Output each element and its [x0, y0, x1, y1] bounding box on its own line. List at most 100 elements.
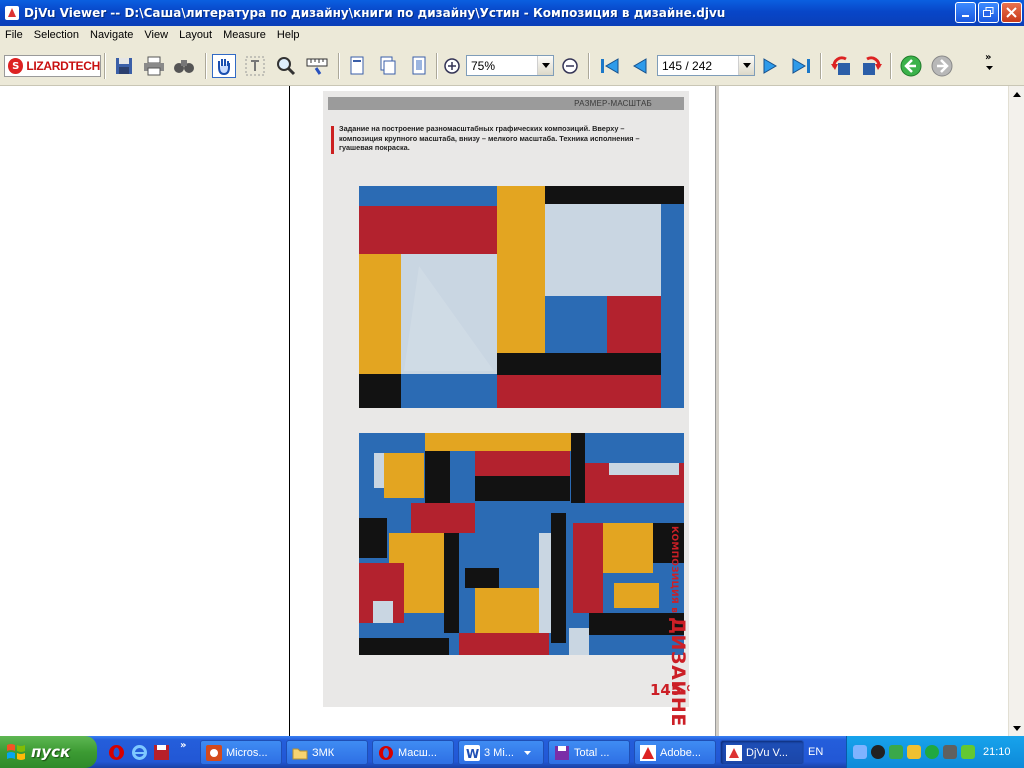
- last-page-button[interactable]: [789, 54, 813, 78]
- page-layout-single-icon: [350, 56, 364, 75]
- start-label: пуск: [31, 743, 71, 761]
- taskbar-item-label: Micros...: [226, 746, 268, 759]
- taskbar-item-djvu[interactable]: DjVu V...: [720, 740, 804, 765]
- taskbar-item-total-commander[interactable]: Total ...: [548, 740, 630, 765]
- rotate-left-button[interactable]: [829, 54, 853, 78]
- language-indicator[interactable]: EN: [808, 746, 823, 758]
- zoom-out-button[interactable]: [558, 54, 582, 78]
- opera-icon[interactable]: [108, 744, 125, 761]
- vertical-scrollbar[interactable]: [1008, 86, 1024, 736]
- media-icon[interactable]: [871, 745, 885, 759]
- menu-selection[interactable]: Selection: [29, 29, 85, 41]
- zoom-combo[interactable]: 75%: [466, 55, 554, 76]
- hand-tool-button[interactable]: [212, 54, 236, 78]
- menu-bar: File Selection Navigate View Layout Meas…: [0, 26, 1024, 44]
- chevron-down-icon: [523, 750, 531, 755]
- composition-block: [475, 476, 570, 501]
- forward-button[interactable]: [930, 54, 954, 78]
- magnifier-icon: [277, 57, 296, 76]
- forward-arrow-icon: [931, 55, 953, 77]
- chevron-down-icon: [986, 66, 993, 70]
- composition-block: [551, 513, 566, 643]
- previous-page-button[interactable]: [628, 54, 652, 78]
- menu-help[interactable]: Help: [272, 29, 306, 41]
- page-combo[interactable]: 145 / 242: [657, 55, 755, 76]
- start-button[interactable]: пуск: [0, 736, 97, 768]
- taskbar-item-word-group[interactable]: W 3 Mi...: [458, 740, 544, 765]
- sync-icon[interactable]: [889, 745, 903, 759]
- taskbar-item-opera[interactable]: Масш...: [372, 740, 454, 765]
- minimize-button[interactable]: [955, 2, 976, 23]
- zoom-value: 75%: [471, 58, 496, 73]
- back-button[interactable]: [899, 54, 923, 78]
- rotate-right-button[interactable]: [860, 54, 884, 78]
- toolbar-separator: [205, 53, 207, 79]
- close-icon: [1006, 7, 1017, 18]
- menu-layout[interactable]: Layout: [174, 29, 218, 41]
- internet-explorer-icon[interactable]: [131, 744, 148, 761]
- zoom-in-button[interactable]: [440, 54, 464, 78]
- composition-block: [614, 583, 659, 608]
- first-page-button[interactable]: [598, 54, 622, 78]
- single-page-button[interactable]: [345, 54, 369, 78]
- taskbar-item-adobe[interactable]: Adobe...: [634, 740, 716, 765]
- document-view[interactable]: РАЗМЕР-МАСШТАБ Задание на построение раз…: [291, 86, 718, 736]
- menu-view[interactable]: View: [139, 29, 174, 41]
- find-button[interactable]: [172, 54, 196, 78]
- menu-navigate[interactable]: Navigate: [85, 29, 139, 41]
- previous-page-icon: [633, 58, 647, 74]
- scroll-up-button[interactable]: [1009, 86, 1024, 102]
- security-shield-icon[interactable]: [907, 745, 921, 759]
- taskbar-item-label: DjVu V...: [746, 746, 788, 759]
- network-icon[interactable]: [853, 745, 867, 759]
- quicklaunch-overflow-icon[interactable]: »: [180, 740, 186, 751]
- composition-block: [497, 186, 545, 353]
- composition-block: [359, 206, 497, 254]
- toolbar: S LIZARDTECH 75% 145 / 242 »: [0, 44, 1024, 86]
- folder-icon: [292, 748, 308, 759]
- scroll-down-button[interactable]: [1009, 720, 1024, 736]
- text-select-button[interactable]: [243, 54, 267, 78]
- close-button[interactable]: [1001, 2, 1022, 23]
- ruler-tool-button[interactable]: [305, 54, 329, 78]
- composition-block: [384, 453, 424, 498]
- page-value: 145 / 242: [662, 58, 713, 73]
- page-dropdown-button[interactable]: [738, 56, 754, 75]
- taskbar-item-microsoft[interactable]: Micros...: [200, 740, 282, 765]
- taskbar-item-label: ЗМК: [312, 746, 335, 759]
- toolbar-overflow-button[interactable]: »: [985, 52, 991, 63]
- word-icon: W: [464, 744, 480, 761]
- composition-block: [359, 254, 401, 374]
- menu-file[interactable]: File: [0, 29, 29, 41]
- chevron-down-icon: [1013, 725, 1021, 731]
- nvidia-icon[interactable]: [961, 745, 975, 759]
- speaker-icon[interactable]: [943, 745, 957, 759]
- print-button[interactable]: [142, 54, 166, 78]
- composition-block: [425, 451, 450, 506]
- svg-text:W: W: [466, 747, 479, 761]
- chevron-down-icon: [541, 63, 550, 68]
- toolbar-separator: [104, 53, 106, 79]
- taskbar-item-label: 3 Mi...: [484, 746, 514, 759]
- next-page-button[interactable]: [758, 54, 782, 78]
- facing-pages-button[interactable]: [407, 54, 431, 78]
- binoculars-icon: [174, 60, 194, 73]
- taskbar-item-folder[interactable]: ЗМК: [286, 740, 368, 765]
- restore-button[interactable]: [978, 2, 999, 23]
- composition-block: [359, 374, 401, 408]
- continuous-page-button[interactable]: [376, 54, 400, 78]
- save-icon: [116, 58, 132, 74]
- lizardtech-logo[interactable]: S LIZARDTECH: [4, 55, 101, 77]
- antivirus-icon[interactable]: [925, 745, 939, 759]
- composition-block: [497, 375, 661, 408]
- zoom-dropdown-button[interactable]: [537, 56, 553, 75]
- page-layout-facing-icon: [412, 56, 426, 75]
- composition-block: [475, 588, 550, 633]
- small-scale-composition: [359, 433, 684, 655]
- menu-measure[interactable]: Measure: [218, 29, 272, 41]
- save-disk-icon[interactable]: [153, 744, 170, 761]
- page-layout-continuous-icon: [380, 56, 396, 75]
- save-button[interactable]: [112, 54, 136, 78]
- zoom-tool-button[interactable]: [274, 54, 298, 78]
- opera-icon: [379, 745, 393, 760]
